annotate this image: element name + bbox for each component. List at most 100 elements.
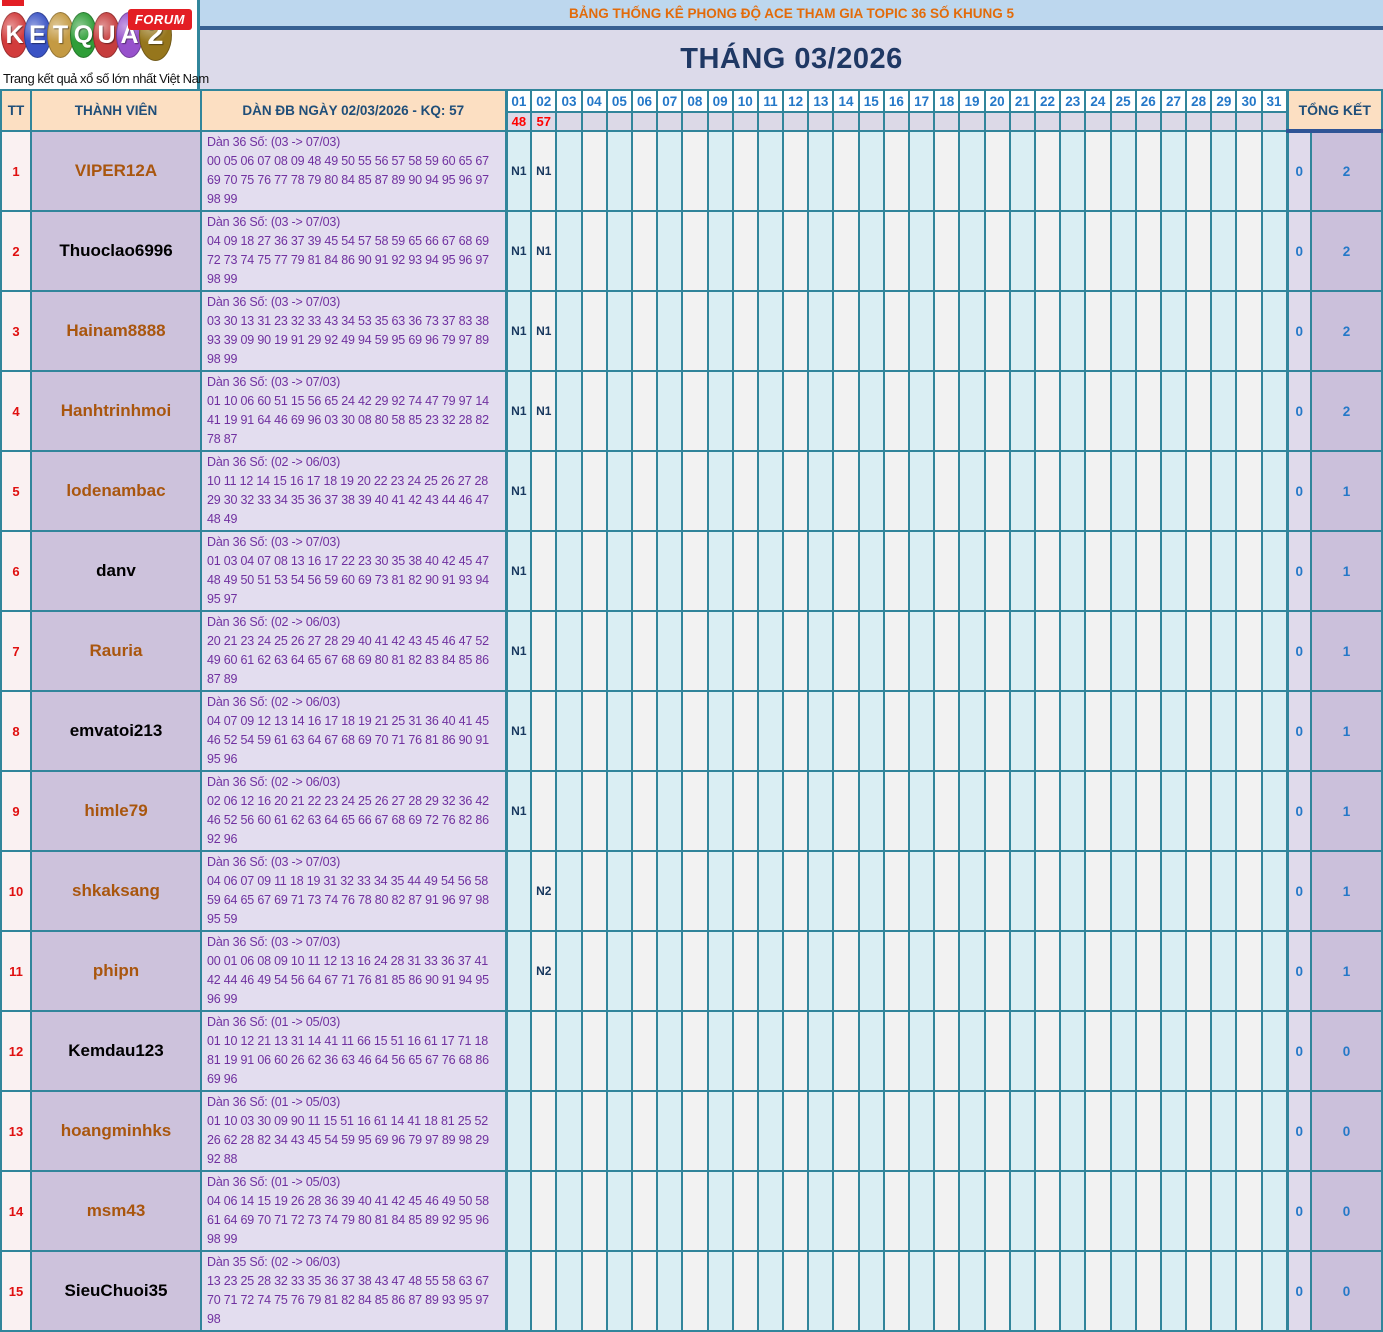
tongket-hit-count: 1 [1311,611,1382,691]
day-cell-12 [783,1251,808,1331]
day-cell-18 [934,851,959,931]
day-cell-23 [1060,531,1085,611]
day-cell-27 [1161,1171,1186,1251]
day-cell-14 [833,451,858,531]
day-cell-13 [808,1091,833,1171]
day-cell-15 [859,371,884,451]
member-name[interactable]: himle79 [31,771,201,851]
member-name[interactable]: emvatoi213 [31,691,201,771]
day-cell-26 [1136,1251,1161,1331]
member-name[interactable]: phipn [31,931,201,1011]
day-cell-02 [531,771,556,851]
day-cell-11 [758,1011,783,1091]
member-name[interactable]: Rauria [31,611,201,691]
day-cell-10 [733,1171,758,1251]
kq-cell-03 [556,112,581,131]
member-row: 3Hainam8888Dàn 36 Số: (03 -> 07/03)03 30… [1,291,1382,371]
day-cell-25 [1111,1091,1136,1171]
day-cell-11 [758,451,783,531]
dan-cell: Dàn 36 Số: (02 -> 06/03)02 06 12 16 20 2… [201,771,506,851]
tongket-miss-count: 0 [1287,691,1311,771]
day-cell-05 [607,1251,632,1331]
day-cell-12 [783,1011,808,1091]
day-cell-21 [1010,371,1035,451]
tongket-hit-count: 0 [1311,1251,1382,1331]
row-number: 1 [1,131,31,211]
member-row: 14msm43Dàn 36 Số: (01 -> 05/03)04 06 14 … [1,1171,1382,1251]
day-header-17: 17 [909,90,934,112]
day-cell-13 [808,1171,833,1251]
day-cell-26 [1136,1091,1161,1171]
day-cell-30 [1236,1091,1261,1171]
day-cell-02: N1 [531,371,556,451]
day-cell-30 [1236,211,1261,291]
dan-cell: Dàn 36 Số: (02 -> 06/03)10 11 12 14 15 1… [201,451,506,531]
tongket-miss-count: 0 [1287,851,1311,931]
member-name[interactable]: hoangminhks [31,1091,201,1171]
day-cell-04 [582,1251,607,1331]
member-row: 9himle79Dàn 36 Số: (02 -> 06/03)02 06 12… [1,771,1382,851]
day-header-01: 01 [506,90,531,112]
day-cell-24 [1085,611,1110,691]
day-cell-06 [632,771,657,851]
member-name[interactable]: danv [31,531,201,611]
day-header-12: 12 [783,90,808,112]
day-cell-07 [657,931,682,1011]
row-number: 14 [1,1171,31,1251]
day-header-20: 20 [985,90,1010,112]
day-cell-18 [934,691,959,771]
member-name[interactable]: SieuChuoi35 [31,1251,201,1331]
day-cell-18 [934,931,959,1011]
day-cell-04 [582,611,607,691]
dan-numbers: 00 05 06 07 08 09 48 49 50 55 56 57 58 5… [207,152,500,209]
dan-numbers: 01 10 03 30 09 90 11 15 51 16 61 14 41 1… [207,1112,500,1169]
day-cell-27 [1161,211,1186,291]
day-cell-26 [1136,931,1161,1011]
member-name[interactable]: shkaksang [31,851,201,931]
day-cell-29 [1211,611,1236,691]
day-cell-13 [808,371,833,451]
member-name[interactable]: Kemdau123 [31,1011,201,1091]
day-cell-24 [1085,851,1110,931]
day-cell-26 [1136,1011,1161,1091]
day-cell-17 [909,1011,934,1091]
day-cell-24 [1085,1251,1110,1331]
day-cell-20 [985,851,1010,931]
day-cell-28 [1186,371,1211,451]
row-number: 5 [1,451,31,531]
member-name[interactable]: Hainam8888 [31,291,201,371]
member-name[interactable]: VIPER12A [31,131,201,211]
day-cell-08 [682,771,707,851]
day-cell-08 [682,851,707,931]
day-cell-01 [506,851,531,931]
day-cell-25 [1111,291,1136,371]
day-cell-31 [1262,291,1287,371]
day-cell-14 [833,1091,858,1171]
member-name[interactable]: lodenambac [31,451,201,531]
day-cell-26 [1136,611,1161,691]
day-cell-29 [1211,1011,1236,1091]
dan-range-label: Dàn 36 Số: (02 -> 06/03) [207,613,500,632]
day-cell-30 [1236,611,1261,691]
member-name[interactable]: msm43 [31,1171,201,1251]
member-name[interactable]: Thuoclao6996 [31,211,201,291]
member-row: 13hoangminhksDàn 36 Số: (01 -> 05/03)01 … [1,1091,1382,1171]
day-cell-04 [582,851,607,931]
day-cell-05 [607,211,632,291]
kq-cell-11 [758,112,783,131]
tongket-hit-count: 2 [1311,371,1382,451]
day-cell-16 [884,1251,909,1331]
day-cell-14 [833,771,858,851]
day-cell-18 [934,531,959,611]
day-cell-25 [1111,851,1136,931]
day-header-21: 21 [1010,90,1035,112]
day-header-08: 08 [682,90,707,112]
day-cell-01: N1 [506,531,531,611]
day-cell-16 [884,931,909,1011]
day-header-02: 02 [531,90,556,112]
day-cell-11 [758,771,783,851]
day-cell-18 [934,451,959,531]
site-logo[interactable]: KETQUA2 FORUM Trang kết quả xổ số lớn nh… [0,0,200,89]
member-name[interactable]: Hanhtrinhmoi [31,371,201,451]
day-cell-18 [934,1171,959,1251]
